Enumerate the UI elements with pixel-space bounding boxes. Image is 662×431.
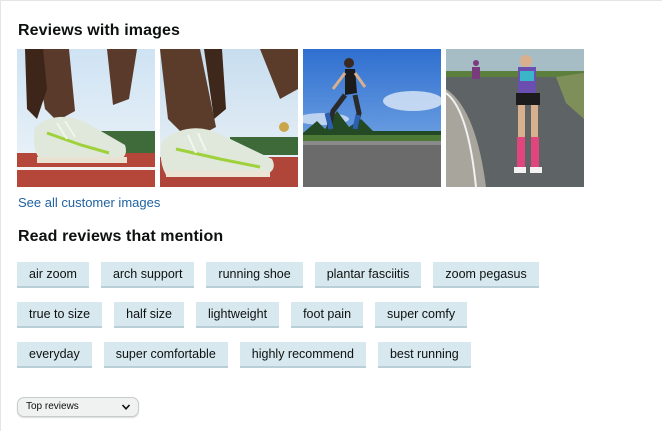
mention-tag-air-zoom[interactable]: air zoom [17, 262, 89, 288]
mention-tag-zoom-pegasus[interactable]: zoom pegasus [433, 262, 539, 288]
customer-image-strip [17, 49, 584, 187]
tag-row: everyday super comfortable highly recomm… [17, 342, 637, 368]
mention-tag-half-size[interactable]: half size [114, 302, 184, 328]
read-reviews-that-mention-heading: Read reviews that mention [18, 228, 224, 245]
mention-tag-best-running[interactable]: best running [377, 342, 471, 368]
mention-tag-running-shoe[interactable]: running shoe [206, 262, 303, 288]
shoe-on-track-photo [160, 49, 298, 187]
mention-tag-super-comfy[interactable]: super comfy [375, 302, 468, 328]
sort-reviews-dropdown[interactable]: Top reviews [17, 397, 139, 417]
customer-image-3[interactable] [303, 49, 441, 187]
mention-tag-plantar-fasciitis[interactable]: plantar fasciitis [314, 262, 422, 288]
customer-image-1[interactable] [17, 49, 155, 187]
mention-tag-arch-support[interactable]: arch support [100, 262, 195, 288]
customer-image-4[interactable] [446, 49, 584, 187]
tag-row: true to size half size lightweight foot … [17, 302, 637, 328]
reviews-with-images-heading: Reviews with images [18, 22, 180, 39]
runner-lacing-shoe-photo [17, 49, 155, 187]
mention-tag-cloud: air zoom arch support running shoe plant… [17, 262, 637, 382]
mention-tag-highly-recommend[interactable]: highly recommend [239, 342, 366, 368]
mention-tag-true-to-size[interactable]: true to size [17, 302, 103, 328]
tag-row: air zoom arch support running shoe plant… [17, 262, 637, 288]
runner-on-track-photo [303, 49, 441, 187]
mention-tag-everyday[interactable]: everyday [17, 342, 92, 368]
customer-image-2[interactable] [160, 49, 298, 187]
see-all-customer-images-link[interactable]: See all customer images [18, 195, 160, 210]
mention-tag-lightweight[interactable]: lightweight [196, 302, 280, 328]
mention-tag-foot-pain[interactable]: foot pain [291, 302, 364, 328]
chevron-down-icon [121, 404, 131, 410]
sort-selected-value: Top reviews [26, 401, 79, 412]
mention-tag-super-comfortable[interactable]: super comfortable [103, 342, 228, 368]
runner-on-road-photo [446, 49, 584, 187]
